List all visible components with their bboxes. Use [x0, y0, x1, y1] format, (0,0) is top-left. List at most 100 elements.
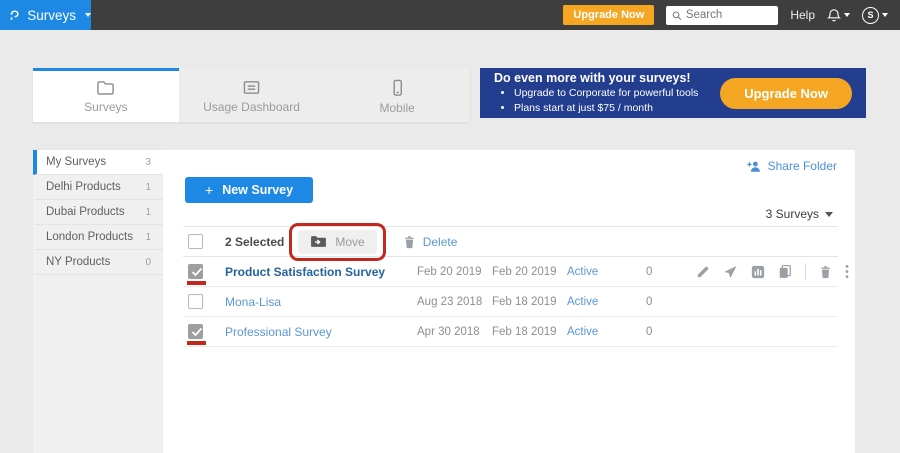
folder-label: London Products: [46, 231, 133, 243]
table-row: Product Satisfaction Survey Feb 20 2019 …: [183, 257, 838, 287]
notifications-button[interactable]: [827, 8, 850, 23]
status-badge: Active: [567, 326, 646, 338]
magnifier-icon: [672, 10, 682, 21]
surveys-count-dropdown[interactable]: 3 Surveys: [766, 207, 833, 221]
more-options-button[interactable]: [845, 264, 849, 279]
sidebar-item-my-surveys[interactable]: My Surveys 3: [33, 150, 163, 175]
upgrade-now-button[interactable]: Upgrade Now: [563, 5, 654, 25]
folder-icon: [96, 79, 115, 96]
reports-chart-icon: [751, 265, 765, 279]
chevron-down-icon: [85, 13, 91, 17]
responses-count: 0: [646, 296, 696, 308]
new-survey-button[interactable]: + New Survey: [185, 177, 313, 203]
folder-count: 1: [145, 182, 151, 193]
created-date: Apr 30 2018: [417, 326, 492, 338]
status-badge: Active: [567, 296, 646, 308]
tab-mobile[interactable]: Mobile: [324, 68, 470, 122]
created-date: Feb 20 2019: [417, 266, 492, 278]
chevron-down-icon: [882, 13, 888, 17]
table-row: Professional Survey Apr 30 2018 Feb 18 2…: [183, 317, 838, 347]
new-survey-label: New Survey: [222, 183, 293, 197]
proprofs-p-icon: [10, 7, 19, 24]
move-button[interactable]: Move: [298, 230, 376, 254]
sidebar-item-dubai-products[interactable]: Dubai Products 1: [33, 200, 163, 225]
row-checkbox-cell: [183, 294, 225, 309]
selected-count-label: 2 Selected: [225, 235, 284, 249]
survey-name-link[interactable]: Product Satisfaction Survey: [225, 265, 417, 279]
tab-surveys[interactable]: Surveys: [33, 68, 179, 122]
bell-icon: [827, 8, 841, 23]
section-tabs: Surveys Usage Dashboard Mobile: [33, 68, 470, 122]
folder-label: Delhi Products: [46, 181, 121, 193]
status-badge: Active: [567, 266, 646, 278]
help-link[interactable]: Help: [790, 8, 815, 22]
kebab-menu-icon: [845, 264, 849, 279]
top-navbar: Surveys Upgrade Now Help S: [0, 0, 900, 30]
folder-label: Dubai Products: [46, 206, 125, 218]
send-button[interactable]: [723, 265, 738, 279]
banner-bullet: Plans start at just $75 / month: [514, 101, 698, 116]
row-actions: [696, 263, 851, 280]
tab-label: Surveys: [84, 100, 127, 114]
select-all-checkbox[interactable]: [188, 234, 203, 249]
search-box[interactable]: [666, 6, 778, 25]
surveys-table: 2 Selected Move: [183, 226, 838, 347]
modified-date: Feb 20 2019: [492, 266, 567, 278]
row-checkbox[interactable]: [188, 264, 203, 279]
product-menu-label: Surveys: [27, 8, 76, 23]
row-delete-button[interactable]: [819, 265, 832, 279]
trash-icon: [403, 235, 416, 249]
share-folder-link[interactable]: Share Folder: [747, 159, 837, 173]
annotation-checkbox-underline: [187, 341, 206, 345]
chevron-down-icon: [844, 13, 850, 17]
select-all-cell: [183, 234, 225, 249]
created-date: Aug 23 2018: [417, 296, 492, 308]
app-screen: Surveys Upgrade Now Help S: [0, 0, 900, 453]
responses-count: 0: [646, 326, 696, 338]
duplicate-button[interactable]: [778, 264, 792, 279]
tab-usage-dashboard[interactable]: Usage Dashboard: [179, 68, 325, 122]
reports-button[interactable]: [751, 265, 765, 279]
table-row: Mona-Lisa Aug 23 2018 Feb 18 2019 Active…: [183, 287, 838, 317]
folders-sidebar: My Surveys 3 Delhi Products 1 Dubai Prod…: [33, 150, 163, 453]
folder-count: 3: [145, 157, 151, 168]
move-button-wrap: Move: [298, 230, 376, 254]
delete-button[interactable]: Delete: [403, 235, 458, 249]
sidebar-item-delhi-products[interactable]: Delhi Products 1: [33, 175, 163, 200]
row-checkbox-cell: [183, 324, 225, 339]
surveys-panel: Share Folder + New Survey 3 Surveys 2 Se…: [163, 150, 855, 453]
divider: [805, 263, 806, 280]
row-checkbox[interactable]: [188, 324, 203, 339]
account-menu[interactable]: S: [862, 7, 888, 24]
folder-count: 1: [145, 232, 151, 243]
search-input[interactable]: [686, 9, 772, 21]
dashboard-icon: [242, 79, 261, 96]
modified-date: Feb 18 2019: [492, 296, 567, 308]
folder-label: My Surveys: [46, 156, 106, 168]
banner-title: Do even more with your surveys!: [494, 71, 698, 87]
survey-name-link[interactable]: Mona-Lisa: [225, 295, 417, 309]
upgrade-banner: Do even more with your surveys! Upgrade …: [480, 68, 866, 118]
navbar-right: Upgrade Now Help S: [563, 5, 900, 25]
plus-icon: +: [205, 183, 213, 197]
annotation-checkbox-underline: [187, 281, 206, 285]
share-folder-label: Share Folder: [768, 159, 837, 173]
survey-name-link[interactable]: Professional Survey: [225, 325, 417, 339]
responses-count: 0: [646, 266, 696, 278]
check-icon: [191, 327, 203, 337]
sidebar-item-london-products[interactable]: London Products 1: [33, 225, 163, 250]
modified-date: Feb 18 2019: [492, 326, 567, 338]
row-checkbox[interactable]: [188, 294, 203, 309]
edit-button[interactable]: [696, 265, 710, 279]
row-checkbox-cell: [183, 264, 225, 279]
move-folder-icon: [310, 235, 327, 248]
sidebar-item-ny-products[interactable]: NY Products 0: [33, 250, 163, 275]
folder-label: NY Products: [46, 256, 110, 268]
folder-count: 1: [145, 207, 151, 218]
mobile-icon: [389, 79, 406, 97]
tab-label: Mobile: [380, 101, 415, 115]
avatar: S: [862, 7, 879, 24]
banner-upgrade-button[interactable]: Upgrade Now: [720, 78, 852, 109]
delete-label: Delete: [423, 235, 458, 249]
product-switcher[interactable]: Surveys: [0, 0, 91, 30]
